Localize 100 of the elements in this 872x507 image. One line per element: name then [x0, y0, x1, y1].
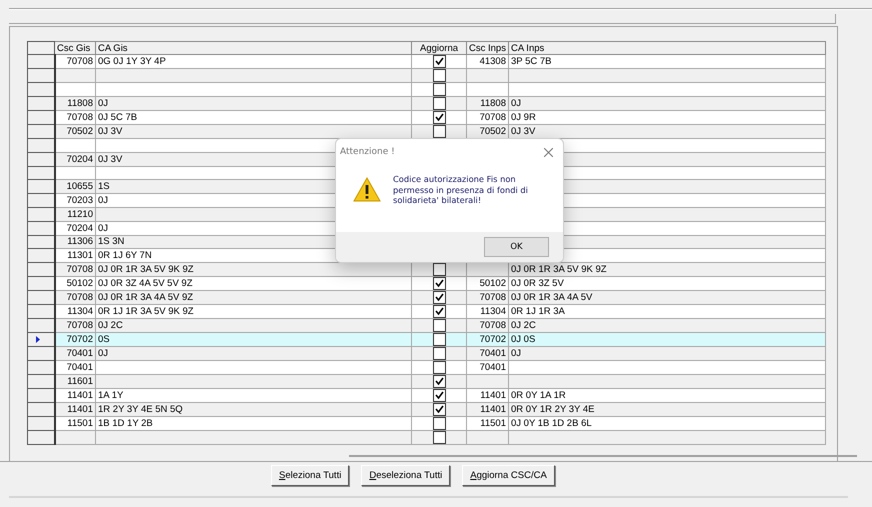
row-header[interactable]: [28, 138, 54, 152]
table-cell: 11401: [67, 390, 93, 402]
table-cell: 11304: [480, 306, 506, 318]
checkbox[interactable]: [432, 84, 446, 96]
checkbox[interactable]: [432, 98, 446, 110]
table-cell: 11401: [480, 390, 506, 402]
row-header[interactable]: [28, 166, 54, 180]
checkbox[interactable]: [432, 126, 446, 138]
row-header[interactable]: [28, 194, 54, 208]
row-header[interactable]: [28, 332, 54, 347]
table-cell: 41308: [480, 56, 506, 67]
table-cell: 0J 0R 1R 3A 4A 5V 9Z: [98, 292, 194, 304]
table-cell: 0J: [511, 348, 522, 360]
dialog-message: Codice autorizzazione Fis non permesso in presenza di fondi di solidarieta' bilaterali!: [393, 174, 529, 206]
row-header[interactable]: [28, 124, 54, 138]
table-cell: 70401: [480, 362, 506, 374]
row-header[interactable]: [28, 360, 54, 375]
dialog-title: Attenzione !: [340, 147, 395, 157]
table-cell: 11808: [67, 98, 93, 109]
row-header[interactable]: [28, 110, 54, 124]
checkbox[interactable]: [432, 348, 446, 360]
table-cell: 0J 2C: [98, 320, 123, 332]
row-header[interactable]: [28, 374, 54, 389]
table-cell: 0J 3V: [511, 126, 536, 137]
table-cell: 1R 2Y 3Y 4E 5N 5Q: [98, 404, 183, 416]
checkbox[interactable]: [432, 320, 446, 332]
row-header[interactable]: [28, 221, 54, 236]
ok-button[interactable]: OK: [484, 237, 549, 257]
current-row-icon: [36, 336, 40, 344]
table-cell: 70708: [66, 112, 93, 123]
table-cell: 0J 0R 1R 3A 5V 9K 9Z: [511, 264, 607, 276]
column-header[interactable]: Csc Gis: [54, 42, 96, 54]
table-cell: 10655: [66, 181, 93, 192]
table-cell: 70708: [66, 56, 93, 67]
checkbox[interactable]: [432, 292, 446, 304]
table-cell: 11501: [480, 418, 506, 430]
row-header[interactable]: [28, 304, 54, 319]
table-cell: 0J 3V: [98, 154, 122, 165]
row-header[interactable]: [28, 54, 54, 68]
row-header[interactable]: [28, 207, 54, 222]
row-header[interactable]: [28, 276, 54, 291]
row-header[interactable]: [28, 248, 54, 263]
table-cell: 11601: [67, 376, 93, 388]
action-button[interactable]: Aggiorna CSC/CA: [462, 465, 555, 486]
table-cell: 70401: [480, 348, 506, 360]
checkbox[interactable]: [432, 264, 446, 276]
checkbox[interactable]: [432, 418, 446, 430]
checkbox[interactable]: [432, 306, 446, 318]
column-header[interactable]: CA Inps: [508, 42, 826, 54]
table-cell: 11808: [480, 98, 506, 109]
table-cell: 0J: [98, 222, 108, 234]
row-header[interactable]: [28, 388, 54, 403]
checkbox[interactable]: [432, 334, 446, 346]
row-header[interactable]: [28, 430, 54, 445]
row-header[interactable]: [28, 290, 54, 305]
checkbox[interactable]: [432, 376, 446, 388]
checkbox[interactable]: [432, 432, 446, 444]
row-header[interactable]: [28, 180, 54, 194]
table-cell: 0J 9R: [511, 112, 536, 123]
row-header[interactable]: [28, 318, 54, 333]
checkbox[interactable]: [432, 362, 446, 374]
table-cell: 11501: [67, 418, 93, 430]
checkbox[interactable]: [432, 404, 446, 416]
table-cell: 70401: [66, 348, 93, 360]
row-header[interactable]: [28, 235, 54, 249]
table-cell: 0J 0Y 1B 1D 2B 6L: [511, 418, 592, 430]
table-cell: 0J 5C 7B: [98, 112, 138, 123]
checkbox[interactable]: [432, 278, 446, 290]
checkbox[interactable]: [432, 56, 446, 68]
row-header[interactable]: [28, 346, 54, 361]
checkbox[interactable]: [432, 390, 446, 402]
table-cell: 11304: [67, 306, 93, 318]
column-header[interactable]: Csc Inps: [466, 42, 508, 54]
row-header[interactable]: [28, 68, 54, 82]
column-header[interactable]: CA Gis: [96, 42, 412, 54]
table-cell: 70708: [66, 264, 93, 276]
checkbox[interactable]: [432, 112, 446, 124]
column-header[interactable]: Aggiorna: [412, 42, 466, 54]
row-header[interactable]: [28, 402, 54, 417]
table-cell: 1S: [98, 181, 110, 192]
table-cell: 1A 1Y: [98, 390, 124, 402]
row-header[interactable]: [28, 152, 54, 166]
table-cell: 0J: [98, 348, 108, 360]
table-cell: 70502: [480, 126, 506, 137]
table-cell: 11401: [67, 404, 93, 416]
table-cell: 70204: [66, 154, 93, 165]
checkbox[interactable]: [432, 70, 446, 82]
warning-icon: [353, 177, 381, 202]
action-button[interactable]: Deseleziona Tutti: [361, 465, 450, 486]
close-icon[interactable]: [544, 148, 553, 156]
row-header[interactable]: [28, 96, 54, 110]
table-cell: 0R 0Y 1R 2Y 3Y 4E: [511, 404, 594, 416]
table-cell: 0R 1J 6Y 7N: [98, 250, 152, 262]
row-header[interactable]: [28, 416, 54, 431]
row-header[interactable]: [28, 82, 54, 96]
row-header[interactable]: [28, 262, 54, 277]
action-button[interactable]: Seleziona Tutti: [271, 465, 350, 486]
table-cell: 70401: [66, 362, 93, 374]
table-cell: 70702: [66, 334, 93, 346]
table-cell: 0J 0R 3Z 5V: [511, 278, 564, 290]
